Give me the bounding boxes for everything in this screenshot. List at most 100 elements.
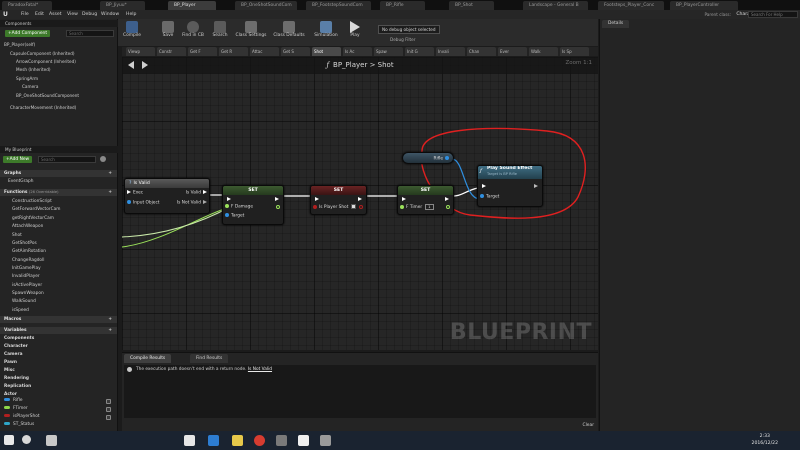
functions-category[interactable]: Functions (26 Overridable) + [0,189,117,196]
find-results-tab[interactable]: Find Results [190,354,229,363]
windows-start-icon[interactable] [4,435,14,445]
graph-tab[interactable]: Init G [405,47,434,56]
macros-category[interactable]: Macros + [0,316,117,323]
compile-button[interactable]: Compile [120,20,144,45]
log-link[interactable]: Is Not Valid [248,367,272,372]
class-defaults-button[interactable]: Class Defaults [271,20,307,45]
variable-category[interactable]: Misc [4,367,15,375]
graph-tab-shot[interactable]: Shot [312,47,341,56]
graph-tab[interactable]: Get S [281,47,310,56]
menu-edit[interactable]: Edit [35,10,44,19]
components-search-input[interactable]: Search [66,30,114,37]
graph-tab[interactable]: Ever [498,47,527,56]
exec-in-pin[interactable] [400,196,408,202]
exec-out-pin[interactable] [273,196,281,202]
component-item[interactable]: Mesh (Inherited) [16,66,51,74]
app-icon[interactable] [320,435,331,446]
play-button[interactable]: Play [344,20,366,45]
compile-results-tab[interactable]: Compile Results [124,354,172,363]
function-item[interactable]: GetForwardVectorCam [12,206,60,214]
float-out-pin[interactable] [276,205,280,209]
window-tab-10[interactable]: BP_PlayerController [670,1,738,10]
add-component-button[interactable]: +Add Component [5,30,51,37]
menu-debug[interactable]: Debug [82,10,97,19]
checkbox-icon[interactable] [351,204,357,209]
menu-window[interactable]: Window [101,10,119,19]
target-pin[interactable]: Target [223,213,244,220]
component-item[interactable]: Camera [22,83,38,91]
visibility-eye-icon[interactable] [106,399,111,404]
component-self[interactable]: BP_Player(self) [4,41,35,49]
variable-category[interactable]: Replication [4,383,31,391]
exec-out-pin[interactable] [443,196,451,202]
window-tab-7[interactable]: BP_Shot [449,1,494,10]
graph-tab[interactable]: Walk [529,47,558,56]
variable-category[interactable]: Camera [4,351,22,359]
blueprint-graph-canvas[interactable]: ƒ BP_Player > Shot Zoom 1:1 ? Is Valid Exe… [122,57,598,350]
f-timer-value[interactable]: 1 [425,204,434,210]
my-blueprint-search-input[interactable]: Search [38,156,96,163]
exec-in-pin[interactable]: Exec [125,190,143,197]
graph-tab[interactable]: Is Ac [343,47,372,56]
graph-tab[interactable]: Spaw [374,47,403,56]
add-variable-icon[interactable]: + [108,327,112,334]
window-tab-6[interactable]: BP_Rifle [380,1,425,10]
rifle-getter-node[interactable]: Rifle [402,152,454,164]
menu-file[interactable]: File [21,10,29,19]
graph-tab[interactable]: Chan [467,47,496,56]
f-timer-pin[interactable]: F Timer 1 [398,204,434,211]
float-out-pin[interactable] [446,205,450,209]
set-f-damage-node[interactable]: SET F Damage Target [222,185,284,225]
exec-out-pin[interactable] [532,183,540,189]
variable-category[interactable]: Components [4,335,34,343]
exec-in-pin[interactable] [480,183,488,189]
system-clock[interactable]: 2:33 2016/12/22 [752,433,778,447]
window-tab-2[interactable]: BP_Jiyuu* [100,1,145,10]
variable-category[interactable]: Pawn [4,359,17,367]
event-graph-item[interactable]: EventGraph [8,178,34,186]
component-item[interactable]: CharacterMovement (Inherited) [10,104,76,112]
variable-category[interactable]: Character [4,343,28,351]
exec-out-pin[interactable] [356,196,364,202]
window-tab-8[interactable]: Landscape - General B [523,1,588,10]
debug-object-select[interactable]: No debug object selected [378,25,440,34]
app-icon[interactable] [276,435,287,446]
menu-view[interactable]: View [67,10,78,19]
window-tab-1[interactable]: ParadoxFatal* [2,1,52,10]
rifle-out-pin[interactable]: Rifle [433,156,451,163]
graph-tab[interactable]: Get R [219,47,248,56]
graph-tab[interactable]: Invali [436,47,465,56]
unreal-engine-icon[interactable] [298,435,309,446]
save-button[interactable]: Save [158,20,178,45]
function-item[interactable]: AttachWeapon [12,223,43,231]
add-macro-icon[interactable]: + [108,316,112,323]
eye-icon[interactable] [100,156,106,162]
set-is-player-shot-node[interactable]: SET Is Player Shot [310,185,367,215]
is-player-shot-pin[interactable]: Is Player Shot [311,204,357,211]
add-graph-icon[interactable]: + [108,170,112,177]
edge-icon[interactable] [208,435,219,446]
graph-tab[interactable]: Is Sp [560,47,589,56]
is-not-valid-out-pin[interactable]: Is Not Valid [177,200,209,207]
f-damage-pin[interactable]: F Damage [223,204,253,211]
task-view-icon[interactable] [46,435,57,446]
function-item[interactable]: GetAimRotation [12,248,46,256]
visibility-eye-icon[interactable] [106,415,111,420]
graph-tab[interactable]: Attac [250,47,279,56]
menu-asset[interactable]: Asset [49,10,62,19]
add-function-icon[interactable]: + [108,189,112,196]
function-item[interactable]: InvalidPlayer [12,273,40,281]
exec-in-pin[interactable] [313,196,321,202]
help-search-input[interactable]: Search For Help [748,11,798,18]
add-new-button[interactable]: +Add New [3,156,33,163]
function-item[interactable]: isSpeed [12,307,29,315]
function-item[interactable]: WalkSound [12,298,36,306]
explorer-icon[interactable] [232,435,243,446]
graph-tab[interactable]: Constr [157,47,186,56]
variable-category[interactable]: Rendering [4,375,29,383]
exec-in-pin[interactable] [225,196,233,202]
search-button[interactable]: Search [209,20,231,45]
clear-button[interactable]: Clear [583,423,594,428]
chrome-icon[interactable] [254,435,265,446]
window-tab-3[interactable]: BP_Player [168,1,216,10]
